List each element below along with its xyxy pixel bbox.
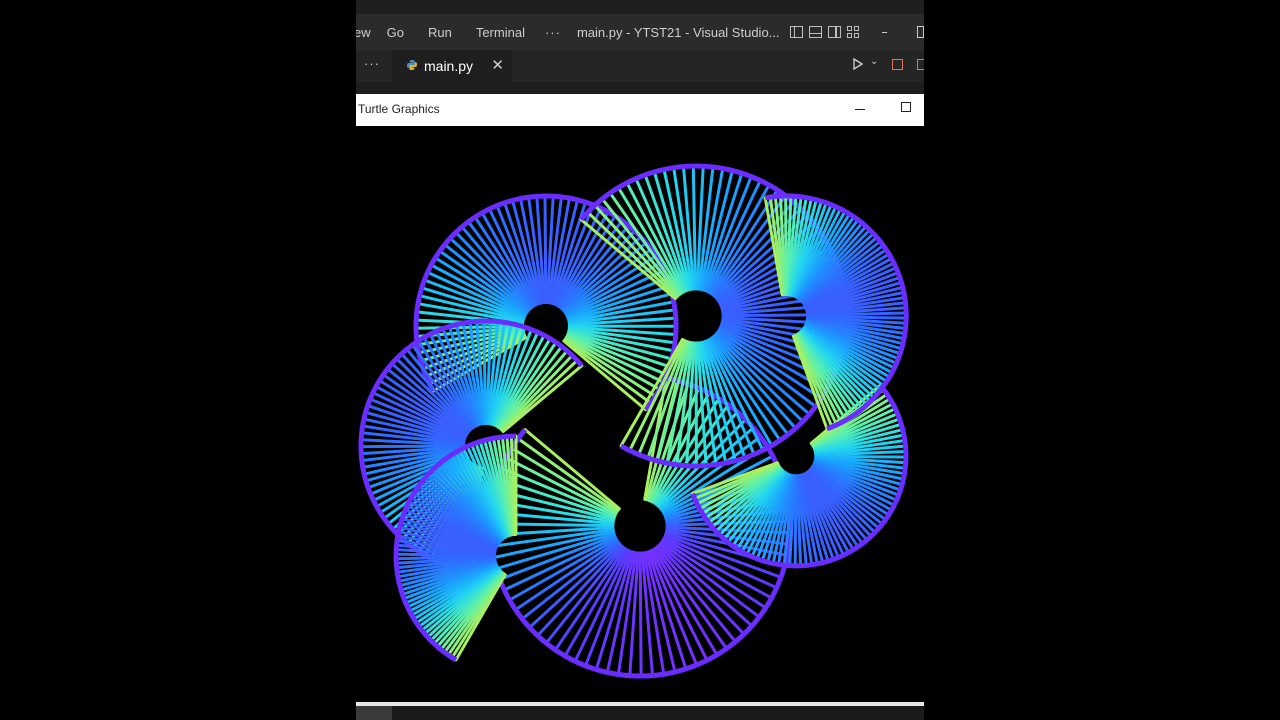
menu-terminal[interactable]: Terminal — [476, 25, 525, 40]
fan-strokes — [358, 163, 909, 679]
maximize-icon[interactable] — [901, 102, 911, 112]
window-maximize-icon[interactable] — [917, 26, 924, 38]
turtle-window-title: Turtle Graphics — [358, 102, 440, 116]
vscode-titlebar: ew Go Run Terminal ··· main.py - YTST21 … — [356, 14, 924, 50]
toggle-panel-icon[interactable] — [808, 26, 822, 38]
screen: ew Go Run Terminal ··· main.py - YTST21 … — [0, 0, 1280, 720]
minimize-icon[interactable] — [855, 109, 865, 110]
fan-stroke — [359, 444, 465, 449]
editor-tab-bar: ··· main.py ✕ ⌄ — [356, 50, 924, 82]
close-icon[interactable]: ✕ — [491, 56, 504, 74]
vscode-top-strip — [356, 0, 924, 14]
fan-stroke — [638, 551, 643, 678]
tab-main-py[interactable]: main.py ✕ — [392, 50, 512, 82]
layout-controls — [789, 26, 860, 38]
customize-layout-icon[interactable] — [846, 26, 860, 38]
tab-label: main.py — [424, 58, 474, 74]
menu-more[interactable]: ··· — [545, 25, 561, 40]
scrollbar-thumb[interactable] — [356, 706, 392, 720]
split-editor-icon[interactable] — [917, 59, 924, 70]
window-title: main.py - YTST21 - Visual Studio... — [576, 24, 780, 40]
breadcrumb — [356, 82, 924, 94]
spiral-drawing — [358, 163, 909, 679]
toggle-sidebar-icon[interactable] — [789, 26, 803, 38]
stop-icon[interactable] — [892, 59, 903, 70]
toggle-secondary-sidebar-icon[interactable] — [827, 26, 841, 38]
taskbar-strip — [356, 706, 924, 720]
play-icon[interactable] — [853, 58, 863, 70]
chevron-down-icon[interactable]: ⌄ — [870, 56, 878, 67]
menu-run[interactable]: Run — [428, 25, 452, 40]
python-file-icon — [406, 59, 418, 74]
menu-go[interactable]: Go — [387, 25, 404, 40]
menu-view[interactable]: ew — [356, 25, 371, 40]
fan-stroke — [543, 194, 548, 305]
window-minimize-icon[interactable] — [881, 31, 888, 33]
turtle-canvas — [356, 126, 924, 702]
tab-more-button[interactable]: ··· — [364, 56, 380, 71]
video-frame: ew Go Run Terminal ··· main.py - YTST21 … — [356, 0, 924, 720]
fan-stroke — [482, 319, 488, 425]
turtle-window-titlebar: Turtle Graphics — [356, 94, 924, 126]
